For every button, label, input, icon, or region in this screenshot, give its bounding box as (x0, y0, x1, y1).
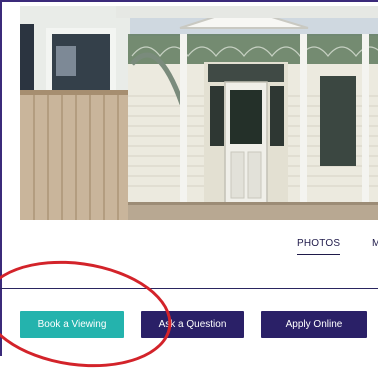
tab-photos[interactable]: PHOTOS (297, 238, 341, 255)
section-divider (0, 288, 378, 289)
book-viewing-button[interactable]: Book a Viewing (20, 311, 124, 338)
ask-question-button[interactable]: Ask a Question (141, 311, 244, 338)
house-facade-image (20, 6, 378, 220)
gallery-tabs: PHOTOS M (0, 238, 378, 262)
tab-next-truncated[interactable]: M (372, 238, 378, 249)
property-photo[interactable] (20, 6, 378, 220)
apply-online-button[interactable]: Apply Online (261, 311, 367, 338)
